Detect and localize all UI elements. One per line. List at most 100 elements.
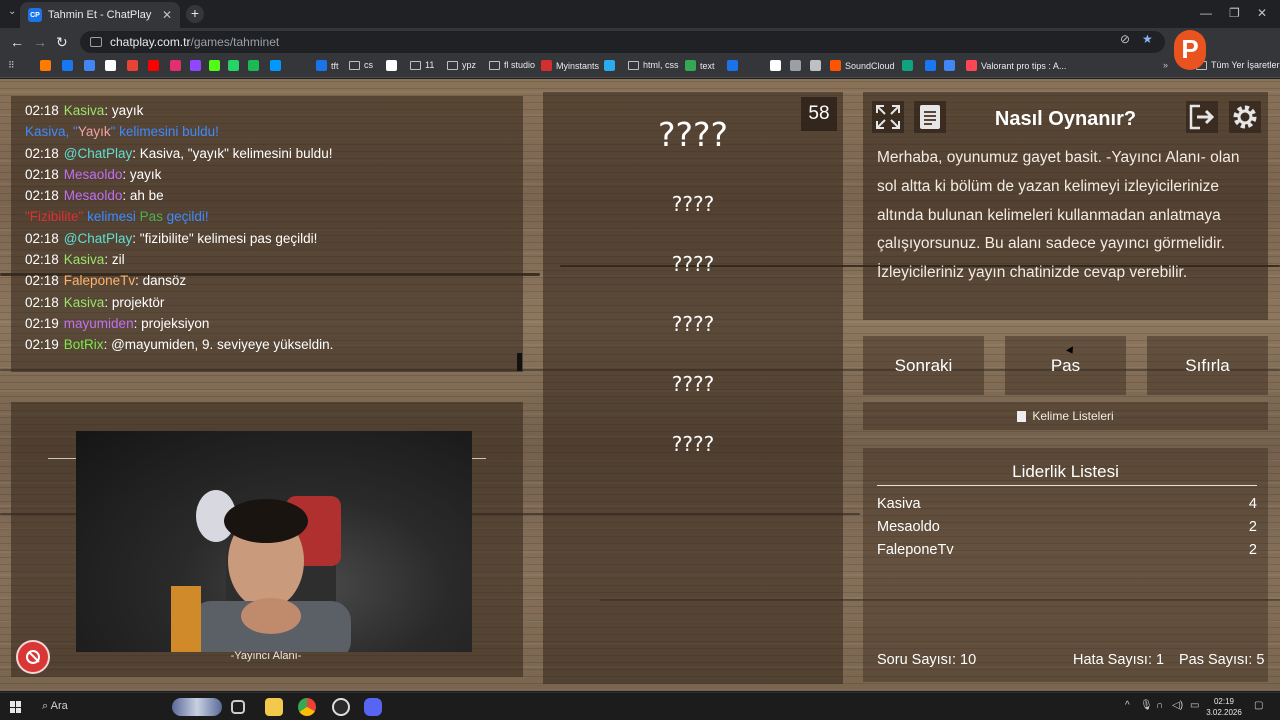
bookmark-item[interactable] — [770, 60, 785, 71]
bookmark-item[interactable]: SoundCloud — [830, 60, 895, 71]
chat-text: : Kasiva, "yayık" kelimesini buldu! — [132, 145, 333, 161]
bookmark-item[interactable]: html, css — [628, 60, 679, 70]
bookmark-item[interactable] — [209, 60, 224, 71]
chat-message: 02:18 Kasiva: projektör — [25, 292, 523, 313]
bookmark-item[interactable] — [790, 60, 805, 71]
network-icon[interactable]: ▭ — [1190, 700, 1199, 711]
search-highlight-icon[interactable] — [172, 698, 222, 716]
close-tab-icon[interactable]: ✕ — [162, 8, 172, 22]
bookmark-item[interactable]: cs — [349, 60, 373, 70]
bookmark-item[interactable] — [190, 60, 205, 71]
more-bookmarks-icon[interactable]: » — [1163, 60, 1168, 70]
chat-username: FaleponeTv — [63, 273, 136, 289]
bookmark-item[interactable] — [105, 60, 120, 71]
restore-icon[interactable]: ❐ — [1229, 6, 1240, 20]
bookmark-item[interactable] — [40, 60, 55, 71]
chat-panel: 02:18 Kasiva: yayık Kasiva, "Yayık" kelime… — [11, 96, 523, 372]
bookmark-item[interactable]: text — [685, 60, 715, 71]
bookmark-item[interactable] — [810, 60, 825, 71]
bookmark-item[interactable]: fl studio — [489, 60, 535, 70]
bookmark-item[interactable] — [170, 60, 185, 71]
bookmark-item[interactable]: Myinstants — [541, 60, 599, 71]
bookmark-item[interactable] — [925, 60, 940, 71]
file-explorer-icon[interactable] — [265, 698, 283, 716]
bookmark-favicon-icon — [810, 60, 821, 71]
bookmark-star-icon[interactable]: ★ — [1142, 32, 1153, 46]
chat-timestamp: 02:19 — [25, 337, 59, 353]
bookmark-item[interactable] — [127, 60, 142, 71]
headset-icon[interactable]: ∩ — [1156, 700, 1163, 711]
player-name: FaleponeTv — [877, 542, 954, 558]
taskbar-search[interactable]: ⌕ Ara — [42, 700, 68, 713]
bookmark-item[interactable]: ypz — [447, 60, 476, 70]
windows-taskbar: ⌕ Ara ^ 🎙 ∩ ◁) ▭ 02:19 3.02.2026 ▢ — [0, 692, 1280, 720]
microphone-icon[interactable]: 🎙 — [1140, 700, 1153, 711]
tray-chevron-icon[interactable]: ^ — [1125, 700, 1130, 711]
bookmark-item[interactable]: 11 — [410, 60, 434, 70]
bookmark-item[interactable] — [944, 60, 959, 71]
url-site: chatplay.com.tr — [110, 35, 191, 49]
chat-username: mayumiden — [63, 315, 134, 331]
obs-icon[interactable] — [332, 698, 350, 716]
address-bar[interactable]: chatplay.com.tr/games/tahminet — [80, 31, 1165, 53]
bookmark-label: html, css — [643, 60, 679, 70]
chat-scrollbar[interactable] — [517, 353, 522, 371]
chat-text: : yayık — [104, 103, 144, 118]
error-count: Hata Sayısı: 1 — [1073, 652, 1165, 668]
chat-timestamp: 02:18 — [25, 273, 59, 289]
bookmark-item[interactable] — [270, 60, 285, 71]
word-lists-button[interactable]: Kelime Listeleri — [863, 402, 1268, 430]
word-lists-label: Kelime Listeleri — [1032, 409, 1114, 423]
bookmark-item[interactable] — [228, 60, 243, 71]
bookmark-favicon-icon — [966, 60, 977, 71]
settings-gear-icon[interactable] — [1229, 101, 1261, 133]
chat-highlight: " kelimesini buldu! — [110, 124, 219, 140]
bookmark-favicon-icon — [925, 60, 936, 71]
bookmark-favicon-icon — [105, 60, 116, 71]
bookmark-item[interactable]: tft — [316, 60, 339, 71]
task-view-icon[interactable] — [231, 700, 245, 714]
discord-icon[interactable] — [364, 698, 382, 716]
chat-timestamp: 02:18 — [25, 103, 59, 118]
reset-button[interactable]: Sıfırla — [1147, 336, 1268, 395]
tab-search-icon[interactable]: ⌄ — [8, 6, 16, 17]
forward-icon[interactable]: → — [33, 34, 47, 50]
bookmark-item[interactable] — [248, 60, 263, 71]
pass-count: Pas Sayısı: 5 — [1179, 652, 1265, 668]
exit-icon[interactable] — [1186, 101, 1218, 133]
bookmark-item[interactable] — [604, 60, 619, 71]
bookmark-label: text — [700, 60, 715, 71]
bookmark-favicon-icon — [685, 60, 696, 71]
notification-icon[interactable]: ▢ — [1254, 700, 1263, 711]
pass-button[interactable]: Pas — [1005, 336, 1126, 395]
windows-start-icon[interactable] — [10, 701, 22, 713]
close-window-icon[interactable]: ✕ — [1257, 6, 1267, 20]
chat-username: @ChatPlay — [63, 145, 133, 161]
target-word: ???? — [657, 115, 729, 154]
volume-icon[interactable]: ◁) — [1172, 700, 1183, 711]
taskbar-clock[interactable]: 02:19 3.02.2026 — [1206, 696, 1242, 718]
chrome-icon[interactable] — [298, 698, 316, 716]
all-bookmarks[interactable]: Tüm Yer İşaretleri — [1196, 60, 1280, 70]
back-icon[interactable]: ← — [10, 34, 24, 50]
block-button[interactable] — [16, 640, 50, 674]
bookmark-item[interactable] — [84, 60, 99, 71]
bookmark-favicon-icon — [316, 60, 327, 71]
bookmark-item[interactable] — [386, 60, 401, 71]
bookmark-item[interactable] — [62, 60, 77, 71]
eye-off-icon[interactable]: ⊘ — [1120, 32, 1130, 46]
site-info-icon[interactable] — [90, 37, 102, 47]
apps-grid-icon[interactable]: ⠿ — [8, 60, 15, 71]
minimize-icon[interactable]: — — [1200, 6, 1212, 20]
leaderboard-panel — [863, 448, 1268, 682]
reload-icon[interactable]: ↻ — [56, 34, 68, 50]
bookmark-item[interactable] — [727, 60, 742, 71]
bookmark-item[interactable] — [902, 60, 917, 71]
bookmark-item[interactable] — [148, 60, 163, 71]
browser-tab[interactable]: CP Tahmin Et - ChatPlay ✕ — [20, 2, 180, 28]
browser-tab-bar: ⌄ CP Tahmin Et - ChatPlay ✕ + — ❐ ✕ — [0, 0, 1280, 28]
profile-avatar[interactable]: P — [1174, 30, 1206, 70]
bookmark-item[interactable]: Valorant pro tips : A... — [966, 60, 1066, 71]
new-tab-button[interactable]: + — [186, 5, 204, 23]
next-button[interactable]: Sonraki — [863, 336, 984, 395]
